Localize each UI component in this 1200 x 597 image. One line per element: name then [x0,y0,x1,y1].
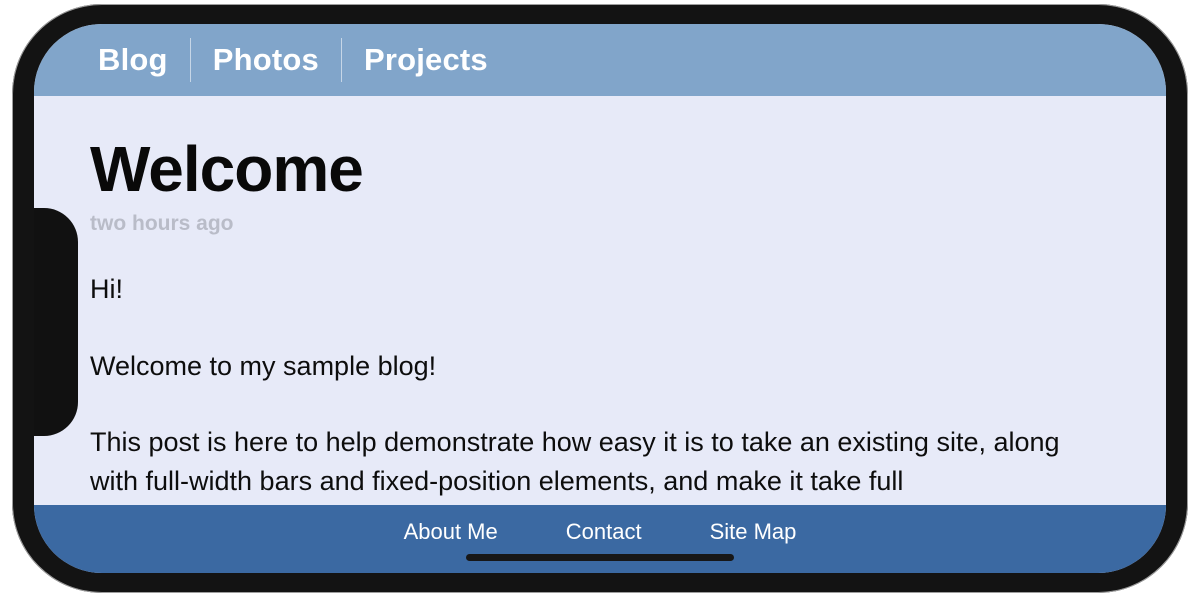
nav-tab-projects[interactable]: Projects [342,36,510,84]
post-content: Welcome two hours ago Hi! Welcome to my … [90,132,1110,500]
post-title: Welcome [90,132,1110,206]
post-body: Hi! Welcome to my sample blog! This post… [90,270,1110,500]
phone-screen: Blog Photos Projects Welcome two hours a… [34,24,1166,573]
home-indicator[interactable] [466,554,734,561]
footer-link-sitemap[interactable]: Site Map [710,519,797,545]
sensor-notch [34,208,78,436]
top-nav-bar: Blog Photos Projects [34,24,1166,96]
footer-link-contact[interactable]: Contact [566,519,642,545]
nav-tab-blog[interactable]: Blog [76,36,190,84]
footer-link-about[interactable]: About Me [404,519,498,545]
post-timestamp: two hours ago [90,212,1110,236]
nav-tab-photos[interactable]: Photos [191,36,341,84]
footer-bar: About Me Contact Site Map [34,505,1166,573]
